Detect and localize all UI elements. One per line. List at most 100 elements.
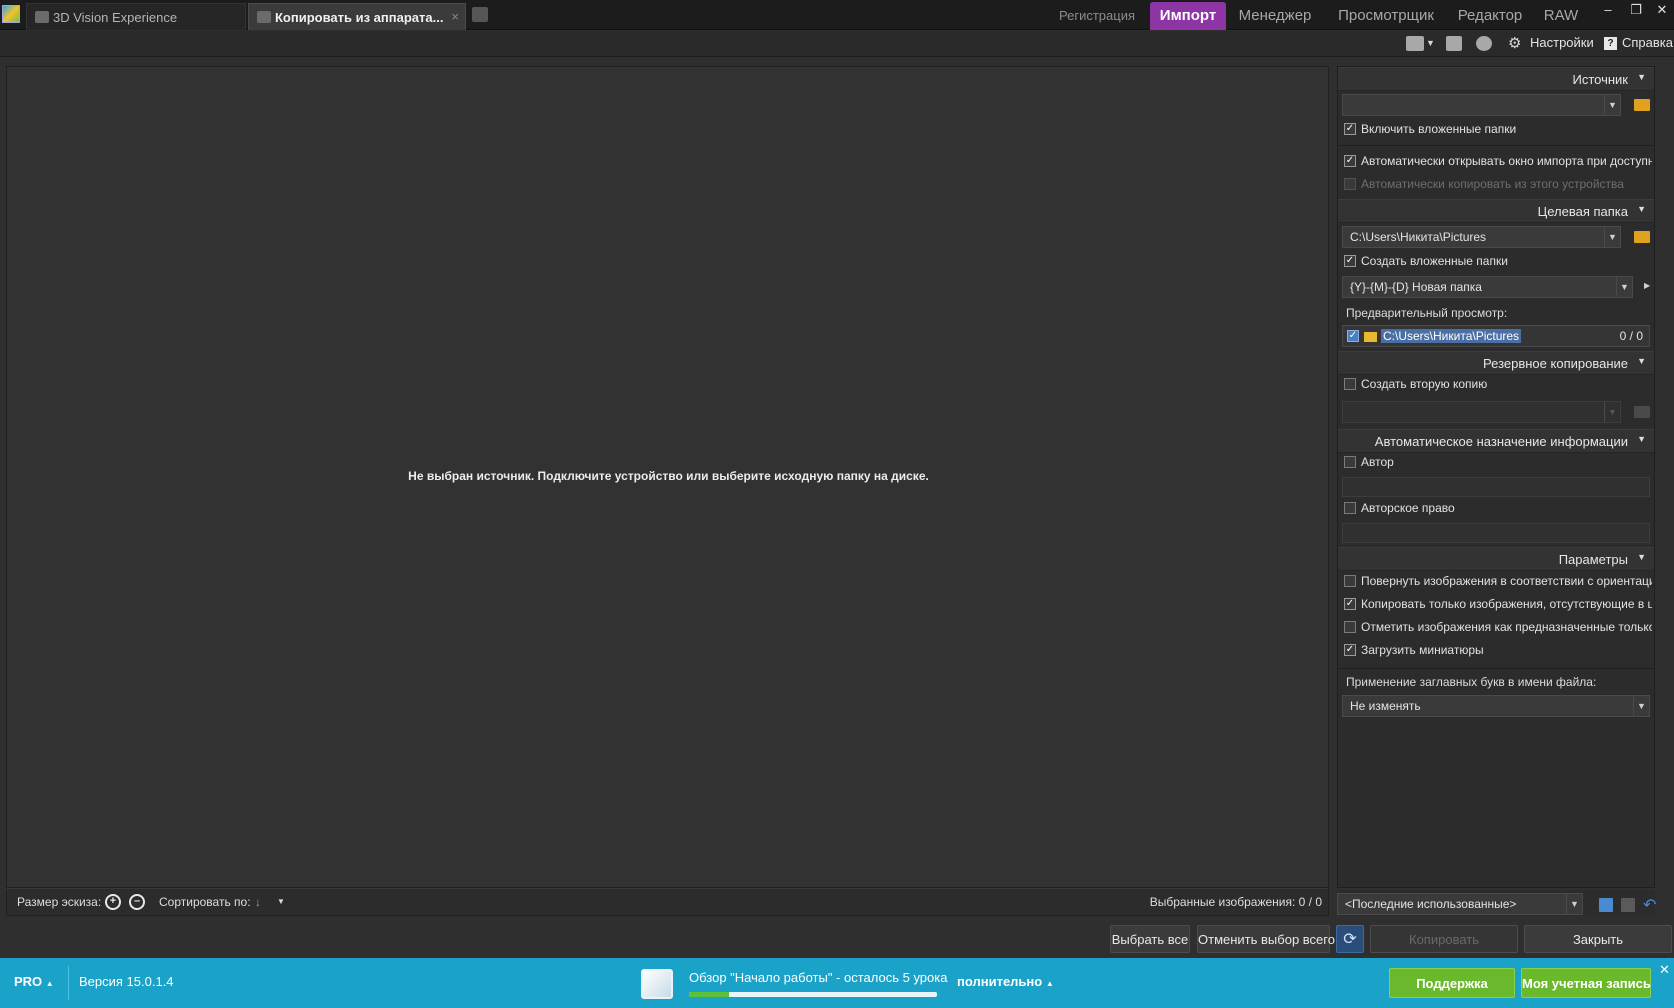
- auto-open-import-checkbox[interactable]: ✓ Автоматически открывать окно импорта пр…: [1344, 154, 1652, 172]
- tab-copy-from-device[interactable]: Копировать из аппарата... ×: [248, 3, 466, 30]
- subfolder-pattern-dropdown[interactable]: {Y}-{M}-{D} Новая папка ▼: [1342, 276, 1633, 298]
- copyright-input[interactable]: [1342, 523, 1650, 543]
- capitalization-dropdown[interactable]: Не изменять ▼: [1342, 695, 1650, 717]
- edition-badge[interactable]: PRO ▲: [14, 974, 54, 989]
- copyright-checkbox[interactable]: Авторское право: [1344, 501, 1652, 519]
- close-button[interactable]: Закрыть: [1524, 925, 1672, 953]
- mode-tab-import[interactable]: Импорт: [1150, 2, 1226, 30]
- app-logo-icon[interactable]: [2, 5, 20, 23]
- folder-icon: [1364, 331, 1377, 342]
- tutorial-icon[interactable]: [641, 969, 673, 999]
- preview-path-value: C:\Users\Никита\Pictures: [1381, 329, 1522, 343]
- target-path-value: C:\Users\Никита\Pictures: [1350, 230, 1487, 244]
- chevron-down-icon: ▼: [1637, 434, 1646, 444]
- tutorial-link[interactable]: Обзор "Начало работы" - осталось 5 урока: [689, 970, 947, 985]
- browse-folder-icon[interactable]: [1634, 406, 1650, 418]
- author-checkbox[interactable]: Автор: [1344, 455, 1652, 473]
- capitalization-label: Применение заглавных букв в имени файла:: [1346, 675, 1597, 689]
- section-header-auto-info[interactable]: Автоматическое назначение информации ▼: [1338, 429, 1654, 453]
- browse-folder-icon[interactable]: [1634, 99, 1650, 111]
- load-thumbnails-checkbox[interactable]: ✓ Загрузить миниатюры: [1344, 643, 1652, 661]
- chevron-down-icon: ▼: [1566, 894, 1582, 914]
- preset-row: <Последние использованные> ▼ ↶: [1337, 890, 1656, 916]
- copy-missing-only-checkbox[interactable]: ✓ Копировать только изображения, отсутств…: [1344, 597, 1652, 615]
- help-icon[interactable]: ?: [1604, 37, 1617, 50]
- account-button[interactable]: Моя учетная запись: [1521, 968, 1651, 998]
- chevron-down-icon: ▼: [1616, 277, 1632, 297]
- chevron-down-icon: ▼: [1637, 552, 1646, 562]
- source-path-dropdown[interactable]: ▼: [1342, 94, 1621, 116]
- checkbox-icon: [1344, 377, 1356, 390]
- minimize-icon[interactable]: –: [1598, 2, 1618, 17]
- new-tab-icon[interactable]: [472, 7, 488, 22]
- section-title: Автоматическое назначение информации: [1374, 434, 1628, 449]
- target-path-dropdown[interactable]: C:\Users\Никита\Pictures ▼: [1342, 226, 1621, 248]
- section-header-params[interactable]: Параметры ▼: [1338, 547, 1654, 571]
- zoom-out-icon[interactable]: –: [129, 894, 145, 910]
- save-preset-icon[interactable]: [1599, 898, 1613, 912]
- delete-preset-icon[interactable]: [1621, 898, 1635, 912]
- auto-copy-checkbox[interactable]: Автоматически копировать из этого устрой…: [1344, 177, 1652, 195]
- chevron-down-icon: ▼: [1604, 402, 1620, 422]
- close-banner-icon[interactable]: ✕: [1659, 962, 1670, 978]
- zoom-in-icon[interactable]: +: [105, 894, 121, 910]
- include-subfolders-checkbox[interactable]: ✓ Включить вложенные папки: [1344, 122, 1652, 140]
- tab-3d-vision[interactable]: 3D Vision Experience: [26, 3, 246, 30]
- preview-path-row[interactable]: ✓ C:\Users\Никита\Pictures 0 / 0: [1342, 325, 1650, 347]
- support-button[interactable]: Поддержка: [1389, 968, 1515, 998]
- window-close-icon[interactable]: ✕: [1652, 2, 1672, 18]
- checkbox-icon: [1344, 455, 1356, 468]
- browse-folder-icon[interactable]: [1634, 231, 1650, 243]
- mode-tab-raw[interactable]: RAW: [1538, 0, 1584, 30]
- section-header-source[interactable]: Источник ▼: [1338, 67, 1654, 91]
- author-input[interactable]: [1342, 477, 1650, 497]
- chevron-down-icon[interactable]: ▼: [1426, 38, 1435, 48]
- mark-images-checkbox[interactable]: Отметить изображения как предназначенные…: [1344, 620, 1652, 638]
- monitor-icon[interactable]: [1406, 36, 1424, 51]
- section-title: Источник: [1572, 72, 1629, 87]
- chevron-down-icon: ▼: [1637, 356, 1646, 366]
- create-subfolders-checkbox[interactable]: ✓ Создать вложенные папки: [1344, 254, 1652, 272]
- checkbox-icon: ✓: [1344, 597, 1356, 610]
- checkbox-icon: ✓: [1347, 329, 1359, 342]
- divider: [68, 966, 69, 1000]
- chevron-down-icon: ▼: [1637, 72, 1646, 82]
- chevron-right-icon[interactable]: ▶: [1644, 281, 1650, 290]
- checkbox-icon: [1344, 574, 1356, 587]
- divider: [1338, 145, 1654, 146]
- backup-path-dropdown[interactable]: ▼: [1342, 401, 1621, 423]
- refresh-icon[interactable]: ⟳: [1336, 925, 1364, 953]
- mode-tab-viewer[interactable]: Просмотрщик: [1332, 0, 1440, 30]
- checkbox-icon: [1344, 620, 1356, 633]
- mode-tab-register[interactable]: Регистрация: [1052, 0, 1142, 30]
- sort-dropdown-icon[interactable]: ▼: [277, 897, 285, 906]
- thumbnail-viewer[interactable]: Не выбран источник. Подключите устройств…: [6, 66, 1329, 888]
- progress-fill: [689, 992, 729, 997]
- section-header-target[interactable]: Целевая папка ▼: [1338, 199, 1654, 223]
- help-button[interactable]: Справка: [1622, 35, 1673, 50]
- sort-az-icon[interactable]: ↓: [255, 895, 261, 909]
- mode-tab-editor[interactable]: Редактор: [1452, 0, 1528, 30]
- more-menu[interactable]: полнительно ▲: [957, 974, 1054, 989]
- second-copy-checkbox[interactable]: Создать вторую копию: [1344, 377, 1652, 395]
- reset-icon[interactable]: ↶: [1643, 895, 1656, 915]
- restore-icon[interactable]: ❐: [1626, 2, 1646, 18]
- chevron-down-icon: ▼: [1633, 696, 1649, 716]
- section-header-backup[interactable]: Резервное копирование ▼: [1338, 351, 1654, 375]
- checkbox-icon: [1344, 501, 1356, 514]
- copy-button[interactable]: Копировать: [1370, 925, 1518, 953]
- preset-dropdown[interactable]: <Последние использованные> ▼: [1337, 893, 1583, 915]
- info-icon[interactable]: [1446, 36, 1462, 51]
- deselect-all-button[interactable]: Отменить выбор всего: [1197, 925, 1335, 953]
- gear-icon[interactable]: ⚙: [1508, 34, 1521, 52]
- user-help-icon[interactable]: [1476, 36, 1492, 51]
- settings-button[interactable]: Настройки: [1530, 35, 1594, 50]
- empty-message: Не выбран источник. Подключите устройств…: [408, 469, 929, 483]
- preview-label: Предварительный просмотр:: [1346, 306, 1508, 320]
- mode-tab-manager[interactable]: Менеджер: [1234, 0, 1316, 30]
- select-all-button[interactable]: Выбрать все: [1110, 925, 1190, 953]
- section-title: Целевая папка: [1537, 204, 1628, 219]
- checkbox-icon: ✓: [1344, 254, 1356, 267]
- rotate-images-checkbox[interactable]: Повернуть изображения в соответствии с о…: [1344, 574, 1652, 592]
- tab-close-icon[interactable]: ×: [451, 9, 459, 24]
